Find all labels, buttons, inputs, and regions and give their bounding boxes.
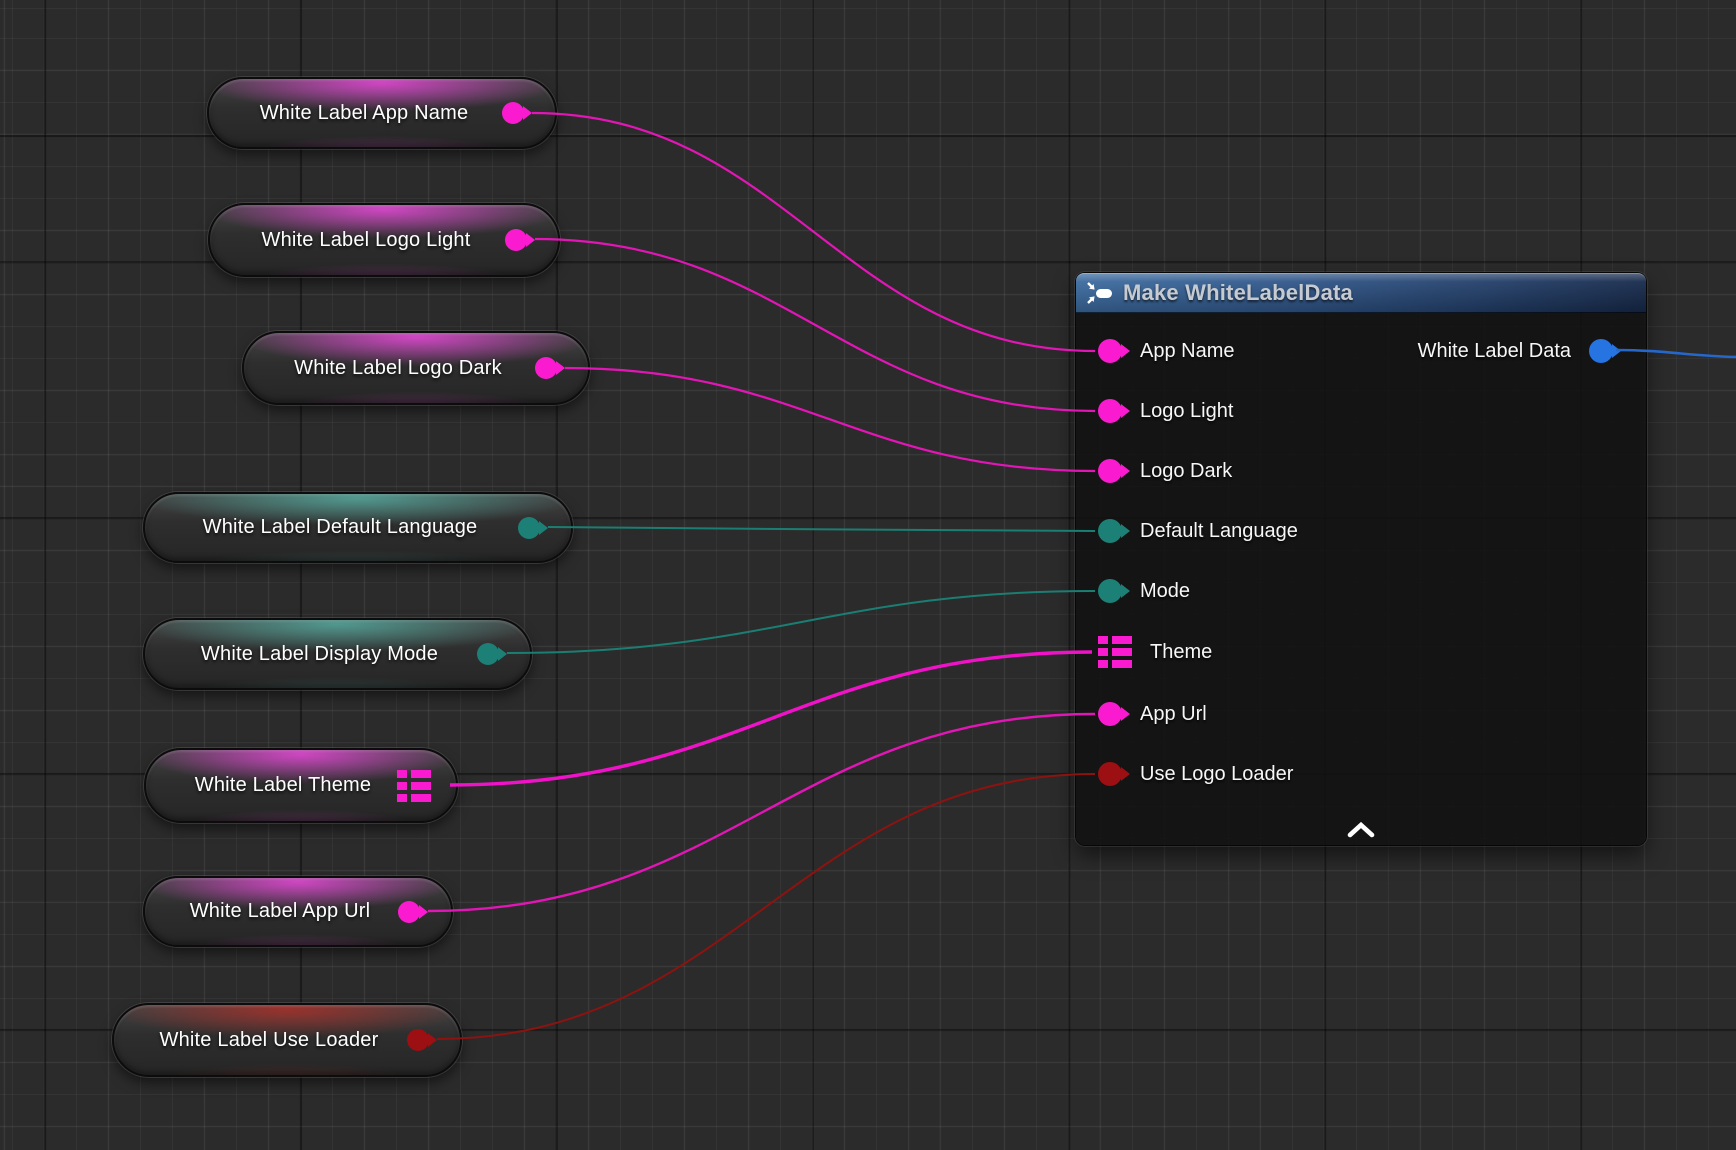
output-pin-struct-grid-icon[interactable] <box>397 770 431 802</box>
input-pin-app-url[interactable] <box>1098 702 1122 726</box>
wire-theme[interactable] <box>450 652 1092 785</box>
node-header[interactable]: Make WhiteLabelData <box>1076 273 1646 313</box>
node-title: White Label Logo Light <box>262 229 471 252</box>
node-title: Make WhiteLabelData <box>1123 280 1353 306</box>
node-title: White Label Use Loader <box>160 1029 379 1052</box>
wire-logo-dark[interactable] <box>565 368 1095 471</box>
input-pin-logo-dark[interactable] <box>1098 459 1122 483</box>
wire-logo-light[interactable] <box>535 239 1095 411</box>
pin-row-white-label-data: White Label Data <box>1418 335 1613 367</box>
pin-label: App Name <box>1140 340 1235 363</box>
getter-node-white-label-app-name[interactable]: White Label App Name <box>207 77 557 149</box>
pin-row-use-logo-loader: Use Logo Loader <box>1098 758 1293 790</box>
input-pin-app-name[interactable] <box>1098 339 1122 363</box>
input-pin-default-language[interactable] <box>1098 519 1122 543</box>
pin-row-mode: Mode <box>1098 575 1190 607</box>
make-struct-icon <box>1086 281 1113 305</box>
node-title: White Label Display Mode <box>201 643 438 666</box>
wire-app-url[interactable] <box>428 714 1095 911</box>
input-pin-mode[interactable] <box>1098 579 1122 603</box>
wire-default-language[interactable] <box>548 527 1095 531</box>
pin-row-theme: Theme <box>1098 636 1212 668</box>
pin-label: Mode <box>1140 580 1190 603</box>
getter-node-white-label-theme[interactable]: White Label Theme <box>144 748 458 823</box>
pin-row-logo-light: Logo Light <box>1098 395 1233 427</box>
pin-row-logo-dark: Logo Dark <box>1098 455 1232 487</box>
node-title: White Label App Name <box>260 102 469 125</box>
chevron-up-icon <box>1346 822 1376 838</box>
pin-label: Default Language <box>1140 520 1298 543</box>
node-title: White Label Theme <box>195 774 371 797</box>
node-title: White Label Logo Dark <box>294 357 502 380</box>
pin-label: White Label Data <box>1418 340 1571 363</box>
input-pin-logo-light[interactable] <box>1098 399 1122 423</box>
node-title: White Label App Url <box>190 900 371 923</box>
wire-use-loader[interactable] <box>437 774 1095 1039</box>
node-title: White Label Default Language <box>203 516 478 539</box>
input-pin-theme-struct-grid-icon[interactable] <box>1098 636 1132 668</box>
getter-node-white-label-logo-dark[interactable]: White Label Logo Dark <box>242 331 590 405</box>
getter-node-white-label-app-url[interactable]: White Label App Url <box>143 876 453 947</box>
output-pin-white-label-data[interactable] <box>1589 339 1613 363</box>
pin-label: Logo Light <box>1140 400 1233 423</box>
pin-label: Use Logo Loader <box>1140 763 1293 786</box>
getter-node-white-label-logo-light[interactable]: White Label Logo Light <box>208 203 560 277</box>
make-whitelabeldata-node[interactable]: Make WhiteLabelData App Name Logo Light … <box>1076 273 1646 845</box>
pin-row-app-name: App Name <box>1098 335 1235 367</box>
pin-row-app-url: App Url <box>1098 698 1207 730</box>
getter-node-white-label-display-mode[interactable]: White Label Display Mode <box>143 618 532 690</box>
output-pin-object[interactable] <box>535 357 557 379</box>
pin-row-default-language: Default Language <box>1098 515 1298 547</box>
wire-display-mode[interactable] <box>507 591 1095 653</box>
collapse-node-button[interactable] <box>1344 821 1378 839</box>
getter-node-white-label-use-loader[interactable]: White Label Use Loader <box>112 1003 462 1077</box>
getter-node-white-label-default-language[interactable]: White Label Default Language <box>143 492 573 563</box>
output-pin-string[interactable] <box>502 102 524 124</box>
blueprint-graph-canvas[interactable]: White Label App Name White Label Logo Li… <box>0 0 1736 1150</box>
input-pin-use-logo-loader[interactable] <box>1098 762 1122 786</box>
wire-app-name[interactable] <box>532 113 1095 351</box>
output-pin-enum[interactable] <box>477 643 499 665</box>
output-pin-string[interactable] <box>398 901 420 923</box>
pin-label: App Url <box>1140 703 1207 726</box>
struct-grid-icon <box>1098 636 1132 668</box>
output-pin-object[interactable] <box>505 229 527 251</box>
pin-label: Theme <box>1150 641 1212 664</box>
output-pin-boolean[interactable] <box>407 1029 429 1051</box>
struct-grid-icon <box>397 770 431 802</box>
output-pin-enum[interactable] <box>518 517 540 539</box>
pin-label: Logo Dark <box>1140 460 1232 483</box>
